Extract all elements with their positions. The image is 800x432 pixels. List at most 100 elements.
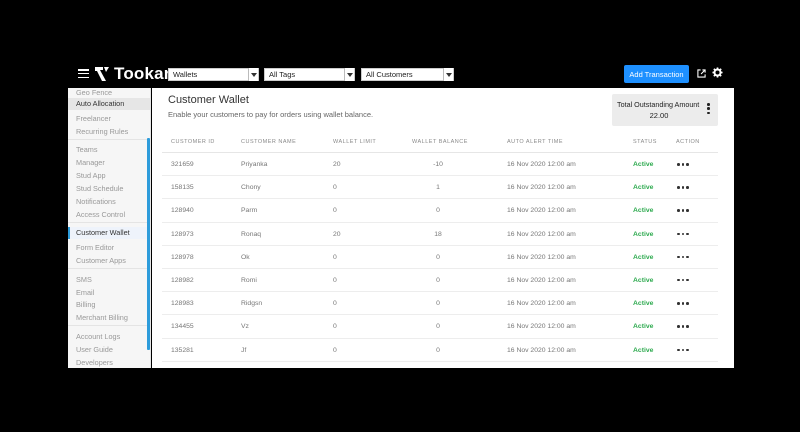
row-action-menu-icon[interactable] — [677, 325, 689, 328]
status-badge: Active — [633, 230, 654, 238]
outstanding-value: 22.00 — [649, 111, 669, 120]
row-action-menu-icon[interactable] — [677, 278, 689, 282]
more-options-icon[interactable] — [707, 103, 710, 114]
hamburger-menu-icon[interactable] — [78, 69, 89, 78]
brand-logo[interactable]: Tookan — [94, 64, 174, 84]
row-action-menu-icon[interactable] — [677, 255, 689, 259]
tookan-logo-icon — [95, 67, 109, 81]
cell-customer-name: Chony — [241, 184, 261, 192]
column-header-customer-name: Customer Name — [241, 139, 297, 145]
table-row[interactable]: 128982 Romi 0 0 16 Nov 2020 12:00 am Active — [162, 269, 718, 293]
sidebar-item-user-guide[interactable]: User Guide — [76, 345, 113, 354]
row-action-menu-icon[interactable] — [677, 302, 689, 305]
sidebar-item-teams[interactable]: Teams — [76, 145, 98, 154]
row-action-menu-icon[interactable] — [677, 163, 689, 166]
row-action-menu-icon[interactable] — [677, 348, 689, 351]
cell-wallet-balance: 0 — [436, 323, 440, 331]
table-row[interactable]: 134455 Vz 0 0 16 Nov 2020 12:00 am Active — [162, 315, 718, 339]
sidebar-divider — [68, 268, 148, 269]
table-row[interactable]: 128973 Ronaq 20 18 16 Nov 2020 12:00 am Activ… — [162, 223, 718, 246]
row-action-menu-icon[interactable] — [677, 232, 689, 236]
sidebar-item-auto-allocation[interactable]: Auto Allocation — [68, 98, 150, 110]
cell-wallet-limit: 0 — [333, 346, 337, 354]
table-row[interactable]: 158135 Chony 0 1 16 Nov 2020 12:00 am Active — [162, 176, 718, 200]
cell-auto-alert-time: 16 Nov 2020 12:00 am — [507, 253, 576, 261]
sidebar-item-manager[interactable]: Manager — [76, 158, 105, 167]
cell-wallet-balance: 0 — [436, 207, 440, 215]
column-header-status: Status — [633, 139, 657, 145]
cell-customer-name: Parm — [241, 207, 258, 215]
brand-name: Tookan — [114, 64, 175, 83]
cell-wallet-balance: -10 — [433, 161, 443, 168]
sidebar-scrollbar[interactable] — [147, 138, 150, 350]
cell-wallet-limit: 0 — [333, 253, 337, 261]
outstanding-amount-card: Total Outstanding Amount 22.00 — [612, 94, 718, 126]
status-badge: Active — [633, 323, 654, 331]
status-badge: Active — [633, 207, 654, 215]
sidebar-item-customer-wallet[interactable]: Customer Wallet — [68, 227, 150, 239]
sidebar-item-developers[interactable]: Developers — [76, 358, 113, 367]
outstanding-label: Total Outstanding Amount — [617, 100, 700, 109]
cell-customer-id: 135281 — [171, 346, 194, 354]
sidebar-item-stud-schedule[interactable]: Stud Schedule — [76, 184, 123, 193]
column-header-action: Action — [676, 139, 700, 145]
sidebar-item-sms[interactable]: SMS — [76, 275, 92, 284]
sidebar-item-freelancer[interactable]: Freelancer — [76, 114, 111, 123]
cell-wallet-limit: 0 — [333, 276, 337, 284]
sidebar-item-email[interactable]: Email — [76, 288, 94, 297]
sidebar-item-billing[interactable]: Billing — [76, 300, 95, 309]
chevron-down-icon — [443, 68, 453, 81]
cell-customer-id: 128973 — [171, 230, 194, 238]
sidebar-item-merchant-billing[interactable]: Merchant Billing — [76, 313, 128, 322]
cell-wallet-limit: 0 — [333, 323, 337, 331]
table-row[interactable]: 128983 Ridgsn 0 0 16 Nov 2020 12:00 am Active — [162, 292, 718, 316]
cell-auto-alert-time: 16 Nov 2020 12:00 am — [507, 230, 576, 238]
cell-customer-id: 321659 — [171, 161, 194, 168]
sidebar-item-access-control[interactable]: Access Control — [76, 210, 125, 219]
table-row[interactable]: 128978 Ok 0 0 16 Nov 2020 12:00 am Active — [162, 246, 718, 269]
cell-auto-alert-time: 16 Nov 2020 12:00 am — [507, 346, 576, 354]
sidebar-item-form-editor[interactable]: Form Editor — [76, 243, 114, 252]
cell-auto-alert-time: 16 Nov 2020 12:00 am — [507, 323, 576, 331]
sidebar-item-stud-app[interactable]: Stud App — [76, 171, 106, 180]
cell-customer-id: 134455 — [171, 323, 194, 331]
add-transaction-button[interactable]: Add Transaction — [624, 65, 689, 83]
external-link-icon[interactable] — [697, 69, 706, 78]
wallets-select[interactable]: Wallets — [168, 68, 259, 81]
cell-customer-name: Ridgsn — [241, 300, 263, 308]
row-action-menu-icon[interactable] — [677, 186, 689, 189]
sidebar-divider — [68, 222, 148, 223]
column-header-wallet-limit: Wallet Limit — [333, 139, 377, 145]
table-header: Customer ID Customer Name Wallet Limit W… — [162, 131, 718, 153]
cell-wallet-balance: 0 — [436, 253, 440, 261]
column-header-auto-alert-time: Auto Alert Time — [507, 139, 563, 145]
sidebar-item-notifications[interactable]: Notifications — [76, 197, 116, 206]
cell-wallet-balance: 18 — [434, 230, 442, 238]
cell-customer-id: 128983 — [171, 300, 194, 308]
row-action-menu-icon[interactable] — [677, 209, 689, 212]
main-content: Customer Wallet Enable your customers to… — [152, 88, 734, 368]
cell-customer-id: 128978 — [171, 253, 194, 261]
table-row[interactable]: 135281 Jf 0 0 16 Nov 2020 12:00 am Active — [162, 339, 718, 362]
table-row[interactable]: 321659 Priyanka 20 -10 16 Nov 2020 12:00 am A… — [162, 153, 718, 177]
cell-wallet-balance: 0 — [436, 300, 440, 308]
customers-select-value: All Customers — [366, 70, 413, 79]
status-badge: Active — [633, 276, 654, 284]
cell-wallet-limit: 0 — [333, 207, 337, 215]
sidebar-item-geo-fence[interactable]: Geo Fence — [76, 88, 112, 97]
sidebar-item-recurring-rules[interactable]: Recurring Rules — [76, 127, 128, 136]
tags-select[interactable]: All Tags — [264, 68, 355, 81]
sidebar-item-customer-apps[interactable]: Customer Apps — [76, 256, 126, 265]
customers-select[interactable]: All Customers — [361, 68, 454, 81]
sidebar-divider — [68, 325, 148, 326]
gear-icon[interactable] — [712, 67, 723, 78]
column-header-customer-id: Customer ID — [171, 139, 215, 145]
cell-customer-name: Vz — [241, 323, 249, 331]
cell-customer-name: Priyanka — [241, 161, 268, 168]
sidebar-item-account-logs[interactable]: Account Logs — [76, 332, 120, 341]
cell-auto-alert-time: 16 Nov 2020 12:00 am — [507, 276, 576, 284]
chevron-down-icon — [248, 68, 258, 81]
sidebar: Geo Fence Auto Allocation Freelancer Rec… — [68, 88, 151, 368]
cell-customer-id: 128940 — [171, 207, 194, 215]
table-row[interactable]: 128940 Parm 0 0 16 Nov 2020 12:00 am Active — [162, 199, 718, 223]
